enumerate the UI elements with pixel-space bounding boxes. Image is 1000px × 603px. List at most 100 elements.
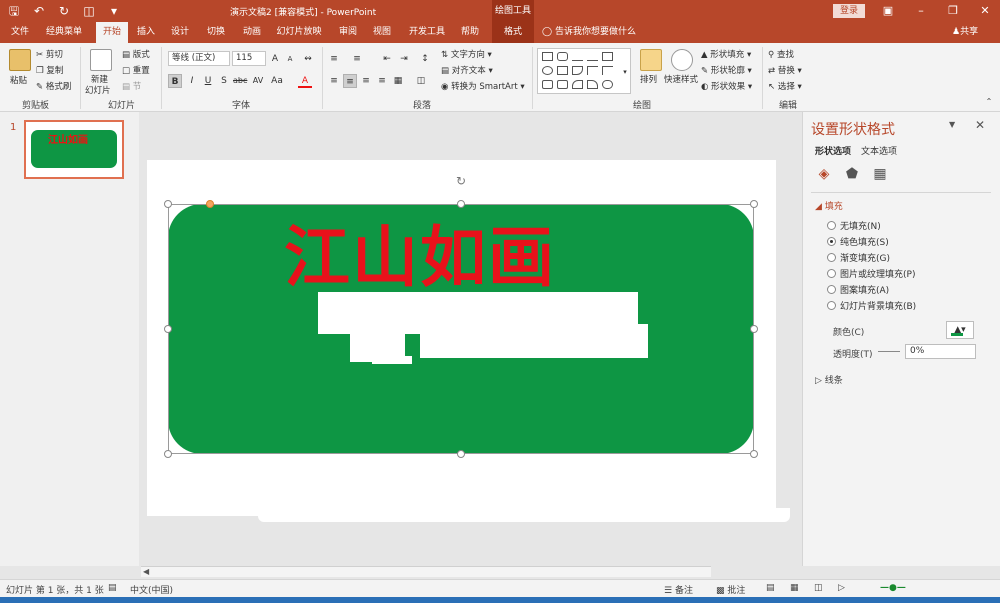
slide-thumbnail[interactable]: 江山如画 (24, 120, 124, 179)
grow-font-icon[interactable]: A (268, 52, 282, 66)
tab-file[interactable]: 文件 (6, 22, 34, 43)
font-name-combo[interactable]: 等线 (正文) (168, 51, 230, 66)
underline-icon[interactable]: U (201, 74, 215, 88)
presenter-icon[interactable]: ◫ (81, 3, 97, 19)
align-right-icon[interactable]: ≡ (359, 74, 373, 88)
undo-icon[interactable]: ↶ (31, 3, 47, 19)
resize-handle[interactable] (750, 200, 758, 208)
line-section-header[interactable]: ▷ 线条 (815, 373, 843, 386)
shape-elbow-icon[interactable] (587, 66, 598, 75)
customize-qat-icon[interactable]: ▾ (106, 3, 122, 19)
redo-icon[interactable]: ↻ (56, 3, 72, 19)
tab-shape-options[interactable]: 形状选项 (815, 144, 851, 157)
pane-close-icon[interactable]: ✕ (975, 118, 985, 132)
shape-textbox-icon[interactable] (602, 52, 613, 61)
decrease-indent-icon[interactable]: ⇤ (380, 52, 394, 66)
tab-format[interactable]: 格式 (492, 22, 534, 43)
minimize-icon[interactable]: – (914, 4, 928, 17)
section-button[interactable]: ▤ 节 (122, 80, 141, 92)
collapse-ribbon-icon[interactable]: ⌃ (982, 95, 996, 109)
align-center-icon[interactable]: ≡ (343, 74, 357, 88)
radio-solid-fill[interactable] (827, 237, 836, 246)
tab-animations[interactable]: 动画 (238, 22, 266, 43)
tab-help[interactable]: 帮助 (456, 22, 484, 43)
resize-handle[interactable] (750, 450, 758, 458)
resize-handle[interactable] (164, 325, 172, 333)
resize-handle[interactable] (750, 325, 758, 333)
normal-view-icon[interactable]: ▤ (766, 583, 775, 593)
radio-gradient-fill[interactable] (827, 253, 836, 262)
paste-icon[interactable] (9, 49, 31, 71)
size-properties-icon[interactable]: ▦ (871, 165, 889, 183)
tab-design[interactable]: 设计 (166, 22, 194, 43)
reset-button[interactable]: □ 重置 (122, 64, 150, 76)
radio-no-fill[interactable] (827, 221, 836, 230)
shape-oval-icon[interactable] (542, 66, 553, 75)
tab-transitions[interactable]: 切换 (202, 22, 230, 43)
font-color-icon[interactable]: A (298, 74, 312, 88)
radio-pattern-fill[interactable] (827, 285, 836, 294)
justify-icon[interactable]: ≡ (375, 74, 389, 88)
strikethrough-icon[interactable]: abc (233, 74, 247, 88)
increase-indent-icon[interactable]: ⇥ (397, 52, 411, 66)
comments-button[interactable]: ▩ 批注 (716, 583, 745, 596)
tab-text-options[interactable]: 文本选项 (861, 144, 897, 157)
align-left-icon[interactable]: ≡ (327, 74, 341, 88)
shape-line-icon[interactable] (572, 52, 583, 61)
pane-options-icon[interactable]: ▼ (949, 120, 955, 129)
shape-effects-button[interactable]: ◐ 形状效果 ▾ (701, 80, 752, 92)
paste-label[interactable]: 粘贴 (10, 74, 27, 86)
share-button[interactable]: ♟共享 (952, 22, 978, 43)
shape-outline-button[interactable]: ✎ 形状轮廓 ▾ (701, 64, 752, 76)
tab-view[interactable]: 视图 (368, 22, 396, 43)
cut-button[interactable]: ✂ 剪切 (36, 48, 63, 60)
reading-view-icon[interactable]: ◫ (814, 583, 823, 593)
shrink-font-icon[interactable]: A (283, 52, 297, 66)
quick-styles-icon[interactable] (671, 49, 693, 71)
distributed-icon[interactable]: ▦ (391, 74, 405, 88)
new-slide-label-2[interactable]: 幻灯片 (85, 84, 111, 96)
maximize-icon[interactable]: ❐ (946, 4, 960, 17)
shape-rectangle-icon[interactable] (542, 52, 553, 61)
transparency-slider[interactable] (878, 351, 900, 352)
arrange-icon[interactable] (640, 49, 662, 71)
align-text-button[interactable]: ▤ 对齐文本 ▾ (441, 64, 493, 76)
adjust-handle[interactable] (206, 200, 214, 208)
fill-section-header[interactable]: ◢ 填充 (815, 199, 843, 212)
arrange-label[interactable]: 排列 (640, 73, 657, 85)
fill-line-icon[interactable]: ◈ (815, 165, 833, 183)
gallery-more-icon[interactable]: ▾ (618, 65, 632, 79)
transparency-input[interactable]: 0% (905, 344, 976, 359)
resize-handle[interactable] (164, 200, 172, 208)
replace-button[interactable]: ⇄ 替换 ▾ (768, 64, 802, 76)
smartart-button[interactable]: ◉ 转换为 SmartArt ▾ (441, 80, 525, 92)
change-case-icon[interactable]: Aa (270, 74, 284, 88)
close-icon[interactable]: ✕ (978, 4, 992, 17)
shadow-text-icon[interactable]: S (217, 74, 231, 88)
horizontal-scrollbar[interactable]: ◀ (141, 566, 711, 577)
line-spacing-icon[interactable]: ↕ (418, 52, 432, 66)
bold-icon[interactable]: B (168, 74, 182, 88)
quick-styles-label[interactable]: 快速样式 (664, 73, 698, 85)
columns-icon[interactable]: ◫ (414, 74, 428, 88)
shapes-gallery[interactable]: ▾ (537, 48, 631, 94)
italic-icon[interactable]: I (185, 74, 199, 88)
resize-handle[interactable] (457, 450, 465, 458)
tab-home[interactable]: 开始 (96, 22, 128, 43)
shape-arrow-icon[interactable] (587, 52, 598, 61)
tell-me-box[interactable]: ◯ 告诉我你想要做什么 (542, 22, 636, 43)
tab-review[interactable]: 审阅 (334, 22, 362, 43)
tab-developer[interactable]: 开发工具 (404, 22, 450, 43)
zoom-slider-icon[interactable]: —●— (880, 583, 906, 593)
select-button[interactable]: ↖ 选择 ▾ (768, 80, 802, 92)
tab-classic-menu[interactable]: 经典菜单 (40, 22, 88, 43)
resize-handle[interactable] (164, 450, 172, 458)
slide-sorter-icon[interactable]: ▦ (790, 583, 799, 593)
effects-pentagon-icon[interactable]: ⬟ (843, 165, 861, 183)
notes-button[interactable]: ☰ 备注 (664, 583, 693, 596)
scroll-left-icon[interactable]: ◀ (143, 567, 149, 576)
tab-insert[interactable]: 插入 (132, 22, 160, 43)
char-spacing-icon[interactable]: AV (251, 74, 265, 88)
numbering-icon[interactable]: ≡ (350, 52, 364, 66)
shape-curve-icon[interactable] (572, 80, 583, 89)
